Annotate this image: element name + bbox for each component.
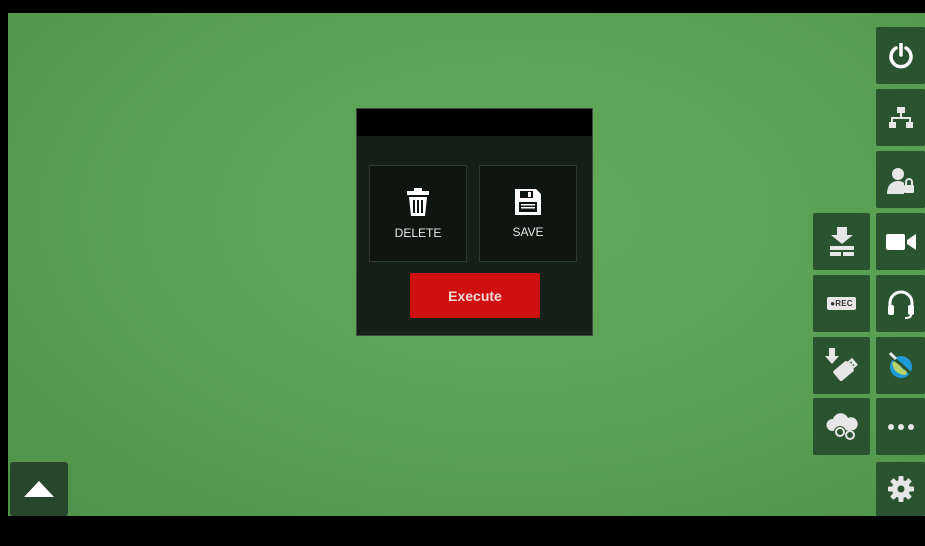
preset-dialog: DELETE SAVE Execute	[356, 108, 593, 336]
more-icon	[887, 423, 914, 430]
record-button[interactable]: ●REC	[813, 275, 870, 332]
download-layers-icon	[829, 226, 854, 256]
audio-button[interactable]	[876, 275, 925, 332]
bottom-bar	[0, 516, 925, 546]
globe-satellite-icon	[886, 351, 915, 378]
more-button[interactable]	[876, 398, 925, 455]
network-icon	[888, 106, 913, 128]
user-access-button[interactable]	[876, 151, 925, 208]
settings-button[interactable]	[876, 462, 925, 516]
chevron-up-icon	[24, 481, 54, 497]
power-icon	[888, 42, 913, 68]
expand-panel-button[interactable]	[10, 462, 68, 516]
power-button[interactable]	[876, 27, 925, 84]
headset-icon	[887, 290, 914, 319]
top-bar	[0, 0, 925, 13]
import-preset-button[interactable]	[813, 213, 870, 270]
execute-button[interactable]: Execute	[410, 273, 540, 318]
network-button[interactable]	[876, 89, 925, 146]
save-label: SAVE	[512, 224, 544, 239]
usb-drive-icon	[824, 347, 858, 381]
gear-icon	[887, 476, 914, 502]
rec-icon: ●REC	[827, 297, 856, 310]
trash-icon	[407, 187, 429, 216]
cloud-settings-button[interactable]	[813, 398, 870, 455]
delete-button[interactable]: DELETE	[369, 165, 467, 262]
streaming-button[interactable]	[876, 337, 925, 394]
left-edge	[0, 13, 8, 516]
cloud-settings-icon	[825, 412, 858, 440]
user-lock-icon	[886, 167, 914, 194]
usb-export-button[interactable]	[813, 337, 870, 394]
dialog-header	[357, 109, 592, 136]
floppy-disk-icon	[515, 188, 541, 215]
video-button[interactable]	[876, 213, 925, 270]
video-camera-icon	[885, 233, 916, 250]
save-button[interactable]: SAVE	[479, 165, 577, 262]
delete-label: DELETE	[394, 225, 442, 240]
